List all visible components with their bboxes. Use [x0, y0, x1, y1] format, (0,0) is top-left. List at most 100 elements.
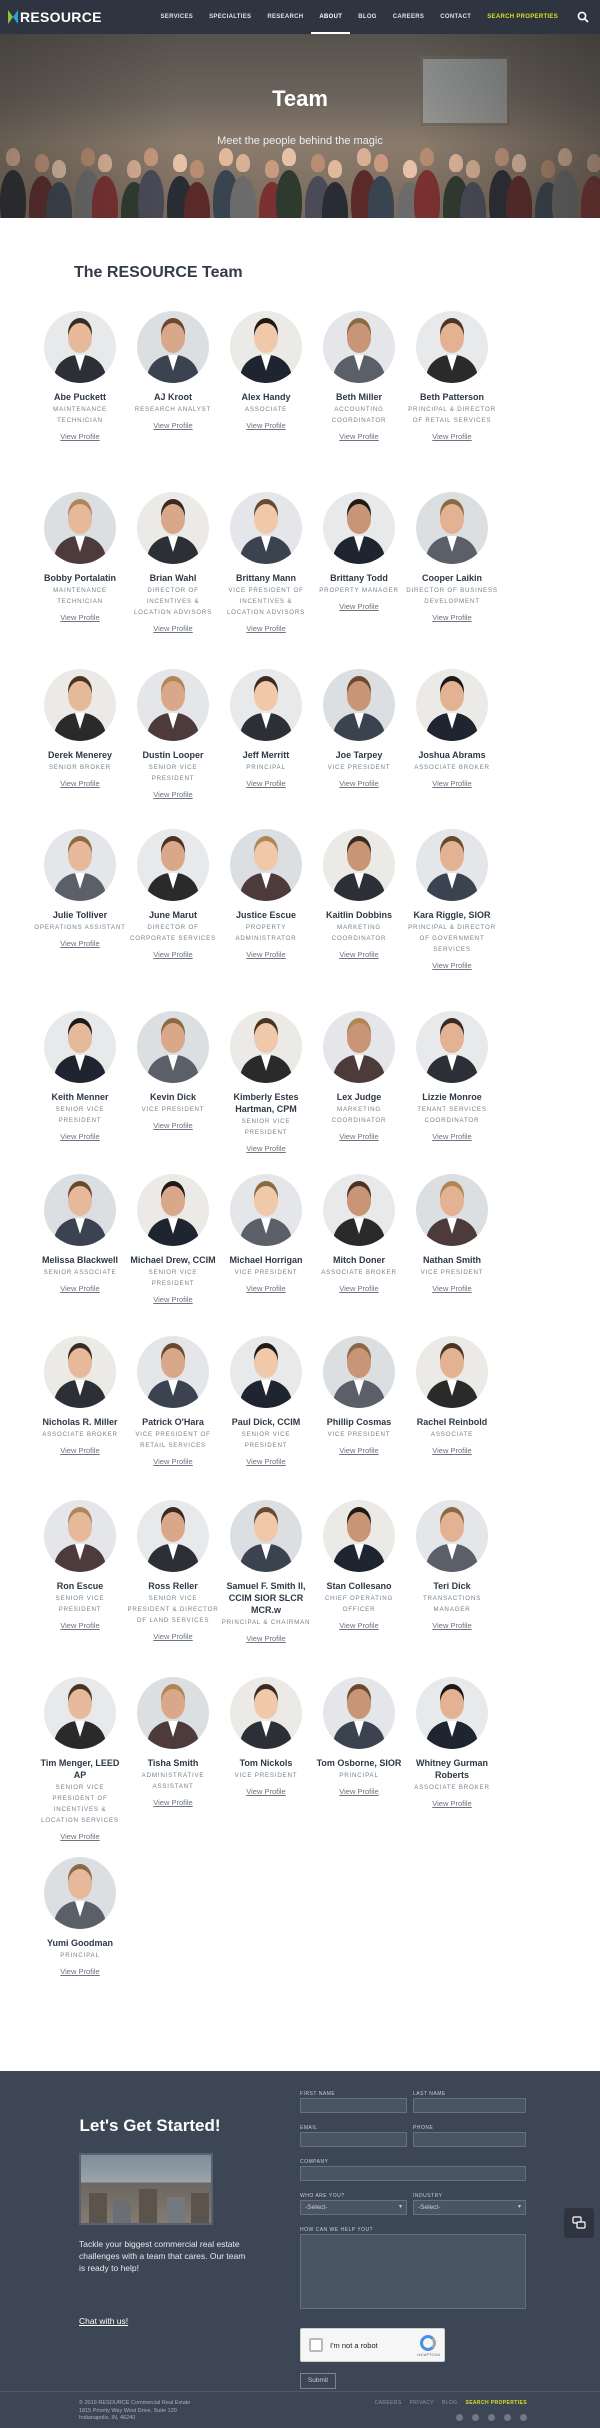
team-member-photo[interactable] — [230, 1336, 302, 1408]
view-profile-link[interactable]: View Profile — [60, 431, 99, 442]
view-profile-link[interactable]: View Profile — [60, 612, 99, 623]
view-profile-link[interactable]: View Profile — [432, 431, 471, 442]
team-member-photo[interactable] — [44, 1011, 116, 1083]
team-member-photo[interactable] — [137, 311, 209, 383]
view-profile-link[interactable]: View Profile — [339, 431, 378, 442]
view-profile-link[interactable]: View Profile — [153, 1120, 192, 1131]
submit-button[interactable]: Submit — [300, 2373, 336, 2389]
team-member-photo[interactable] — [137, 1174, 209, 1246]
team-member-photo[interactable] — [416, 1011, 488, 1083]
team-member-photo[interactable] — [323, 669, 395, 741]
team-member-photo[interactable] — [44, 1500, 116, 1572]
recaptcha-checkbox[interactable] — [309, 2338, 323, 2352]
view-profile-link[interactable]: View Profile — [432, 960, 471, 971]
team-member-photo[interactable] — [323, 1500, 395, 1572]
view-profile-link[interactable]: View Profile — [432, 1445, 471, 1456]
team-member-photo[interactable] — [230, 1677, 302, 1749]
team-member-photo[interactable] — [230, 1011, 302, 1083]
view-profile-link[interactable]: View Profile — [246, 420, 285, 431]
team-member-photo[interactable] — [44, 492, 116, 564]
nav-careers[interactable]: CAREERS — [385, 0, 432, 34]
view-profile-link[interactable]: View Profile — [432, 1620, 471, 1631]
team-member-photo[interactable] — [230, 311, 302, 383]
footer-link-search-properties[interactable]: SEARCH PROPERTIES — [465, 2400, 527, 2406]
view-profile-link[interactable]: View Profile — [246, 778, 285, 789]
footer-link-blog[interactable]: BLOG — [442, 2400, 458, 2406]
team-member-photo[interactable] — [44, 669, 116, 741]
last-name-field[interactable] — [413, 2098, 526, 2113]
team-member-photo[interactable] — [323, 1336, 395, 1408]
company-field[interactable] — [300, 2166, 526, 2181]
team-member-photo[interactable] — [44, 1857, 116, 1929]
view-profile-link[interactable]: View Profile — [339, 1786, 378, 1797]
team-member-photo[interactable] — [230, 669, 302, 741]
team-member-photo[interactable] — [323, 311, 395, 383]
team-member-photo[interactable] — [230, 829, 302, 901]
phone-field[interactable] — [413, 2132, 526, 2147]
team-member-photo[interactable] — [137, 829, 209, 901]
team-member-photo[interactable] — [416, 311, 488, 383]
team-member-photo[interactable] — [230, 492, 302, 564]
team-member-photo[interactable] — [137, 1677, 209, 1749]
view-profile-link[interactable]: View Profile — [339, 778, 378, 789]
team-member-photo[interactable] — [416, 1500, 488, 1572]
vimeo-icon[interactable] — [520, 2414, 527, 2421]
team-member-photo[interactable] — [44, 829, 116, 901]
team-member-photo[interactable] — [137, 669, 209, 741]
nav-search-properties[interactable]: SEARCH PROPERTIES — [479, 0, 566, 34]
view-profile-link[interactable]: View Profile — [153, 1294, 192, 1305]
team-member-photo[interactable] — [416, 1677, 488, 1749]
view-profile-link[interactable]: View Profile — [339, 1131, 378, 1142]
view-profile-link[interactable]: View Profile — [246, 623, 285, 634]
footer-link-careers[interactable]: CAREERS — [375, 2400, 402, 2406]
team-member-photo[interactable] — [323, 1011, 395, 1083]
team-member-photo[interactable] — [44, 1174, 116, 1246]
view-profile-link[interactable]: View Profile — [153, 1631, 192, 1642]
view-profile-link[interactable]: View Profile — [153, 789, 192, 800]
view-profile-link[interactable]: View Profile — [153, 623, 192, 634]
nav-contact[interactable]: CONTACT — [432, 0, 479, 34]
team-member-photo[interactable] — [137, 1336, 209, 1408]
view-profile-link[interactable]: View Profile — [246, 949, 285, 960]
view-profile-link[interactable]: View Profile — [246, 1283, 285, 1294]
view-profile-link[interactable]: View Profile — [60, 1966, 99, 1977]
first-name-field[interactable] — [300, 2098, 407, 2113]
view-profile-link[interactable]: View Profile — [339, 949, 378, 960]
view-profile-link[interactable]: View Profile — [153, 1797, 192, 1808]
team-member-photo[interactable] — [44, 311, 116, 383]
email-field[interactable] — [300, 2132, 407, 2147]
view-profile-link[interactable]: View Profile — [432, 778, 471, 789]
view-profile-link[interactable]: View Profile — [339, 1445, 378, 1456]
team-member-photo[interactable] — [44, 1677, 116, 1749]
team-member-photo[interactable] — [416, 1174, 488, 1246]
instagram-icon[interactable] — [488, 2414, 495, 2421]
view-profile-link[interactable]: View Profile — [153, 420, 192, 431]
footer-link-privacy[interactable]: PRIVACY — [410, 2400, 434, 2406]
chat-link[interactable]: Chat with us! — [79, 2316, 128, 2326]
chat-widget-button[interactable] — [564, 2208, 594, 2238]
industry-select[interactable]: -Select- ▾ — [413, 2200, 526, 2215]
facebook-icon[interactable] — [456, 2414, 463, 2421]
view-profile-link[interactable]: View Profile — [60, 938, 99, 949]
view-profile-link[interactable]: View Profile — [339, 601, 378, 612]
nav-blog[interactable]: BLOG — [350, 0, 385, 34]
view-profile-link[interactable]: View Profile — [60, 1445, 99, 1456]
team-member-photo[interactable] — [44, 1336, 116, 1408]
view-profile-link[interactable]: View Profile — [339, 1620, 378, 1631]
team-member-photo[interactable] — [230, 1500, 302, 1572]
team-member-photo[interactable] — [323, 1677, 395, 1749]
view-profile-link[interactable]: View Profile — [246, 1143, 285, 1154]
linkedin-icon[interactable] — [504, 2414, 511, 2421]
view-profile-link[interactable]: View Profile — [432, 1798, 471, 1809]
view-profile-link[interactable]: View Profile — [246, 1633, 285, 1644]
team-member-photo[interactable] — [323, 829, 395, 901]
team-member-photo[interactable] — [416, 492, 488, 564]
team-member-photo[interactable] — [323, 492, 395, 564]
view-profile-link[interactable]: View Profile — [246, 1786, 285, 1797]
view-profile-link[interactable]: View Profile — [60, 1620, 99, 1631]
team-member-photo[interactable] — [230, 1174, 302, 1246]
view-profile-link[interactable]: View Profile — [153, 1456, 192, 1467]
view-profile-link[interactable]: View Profile — [60, 1831, 99, 1842]
view-profile-link[interactable]: View Profile — [60, 1131, 99, 1142]
view-profile-link[interactable]: View Profile — [60, 778, 99, 789]
